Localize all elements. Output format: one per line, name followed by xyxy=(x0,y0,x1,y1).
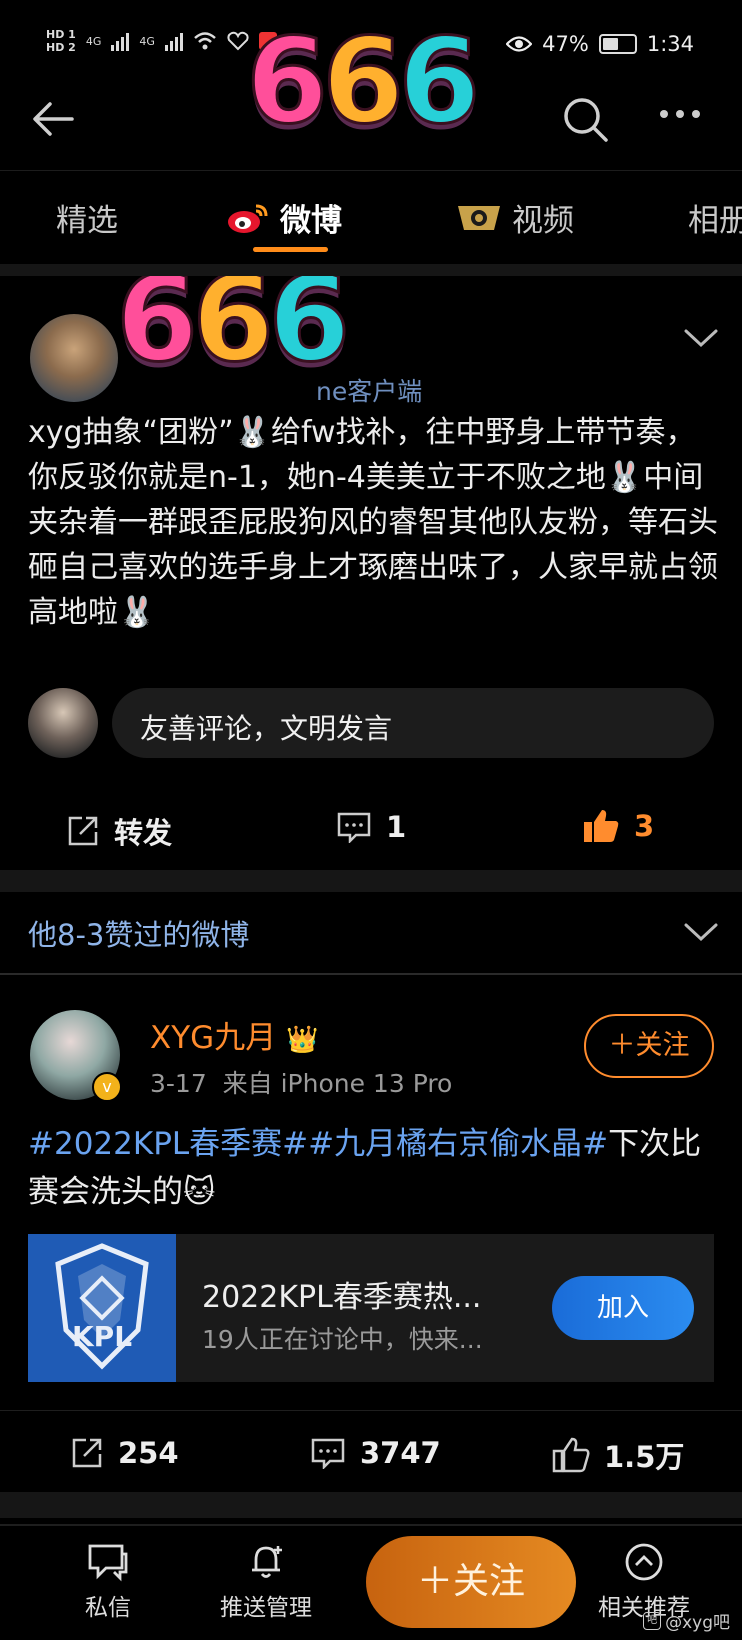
repost-button[interactable]: 转发 xyxy=(66,810,172,852)
battery-icon xyxy=(598,34,637,54)
kpl-logo: KPL xyxy=(28,1234,176,1382)
hashtag-jiuyue[interactable]: #九月橘右京偷水晶# xyxy=(308,1126,608,1162)
top-bar xyxy=(0,80,742,165)
section-separator xyxy=(0,264,742,276)
thumbs-up-icon xyxy=(552,1437,590,1473)
section-separator-3 xyxy=(0,1492,742,1518)
tab-weibo[interactable]: 微博 xyxy=(226,195,342,240)
join-button[interactable]: 加入 xyxy=(552,1276,694,1340)
verified-badge-icon: v xyxy=(92,1072,122,1102)
repost-icon xyxy=(72,1438,102,1468)
chevron-up-circle-icon xyxy=(625,1543,663,1581)
clock: 1:34 xyxy=(646,32,694,56)
post2-repost-button[interactable]: 254 xyxy=(70,1436,179,1470)
tieba-logo-icon: 吧 xyxy=(643,1611,662,1630)
like-button[interactable]: 3 xyxy=(582,808,654,844)
network-type-2: 4G xyxy=(139,34,155,48)
card-subtitle: 19人正在讨论中，快来... xyxy=(202,1325,483,1354)
follow-button[interactable]: ＋关注 xyxy=(584,1014,714,1078)
post2-meta: 3-17 来自 iPhone 13 Pro xyxy=(150,1069,453,1098)
network-type-1: 4G xyxy=(85,34,102,48)
post1-avatar[interactable] xyxy=(30,314,118,402)
weibo-logo-icon xyxy=(228,204,268,233)
hd-indicator: HD 1 HD 2 xyxy=(46,28,76,54)
comment-icon xyxy=(311,1438,345,1469)
post2-actions: 254 3747 1.5万 xyxy=(0,1410,742,1490)
section-divider xyxy=(0,973,742,975)
supertopic-card[interactable]: KPL 2022KPL春季赛热... 19人正在讨论中，快来... 加入 xyxy=(28,1234,714,1382)
video-badge-icon xyxy=(458,205,500,230)
post2-author[interactable]: XYG九月 👑 xyxy=(150,1012,318,1057)
watermark: 吧 @xyg吧 xyxy=(643,1608,730,1633)
my-avatar xyxy=(28,688,98,758)
svg-text:KPL: KPL xyxy=(72,1320,132,1353)
wifi-icon xyxy=(194,32,216,50)
tab-featured[interactable]: 精选 xyxy=(56,195,118,240)
bell-icon xyxy=(252,1546,282,1578)
comment-input[interactable]: 友善评论，文明发言 xyxy=(112,688,714,758)
post1-actions: 转发 1 3 xyxy=(0,790,742,870)
bottom-follow-button[interactable]: ＋关注 xyxy=(366,1536,576,1628)
more-menu-icon[interactable] xyxy=(660,110,700,118)
post1-text: xyg抽象“团粉”🐰给fw找补，往中野身上带节奏，你反驳你就是n-1，她n-4美… xyxy=(28,415,718,630)
repost-icon xyxy=(68,816,98,846)
message-icon xyxy=(88,1544,128,1582)
tab-album[interactable]: 相册 xyxy=(688,195,742,240)
section-chevron-down-icon[interactable] xyxy=(683,922,719,942)
active-tab-indicator xyxy=(253,247,328,252)
thumbs-up-filled-icon xyxy=(584,810,619,842)
liked-posts-title: 他8-3赞过的微博 xyxy=(28,918,250,952)
chevron-down-icon[interactable] xyxy=(683,328,719,348)
comment-icon xyxy=(337,812,371,843)
search-icon[interactable] xyxy=(560,94,612,146)
tab-video[interactable]: 视频 xyxy=(456,195,574,240)
post2-comment-button[interactable]: 3747 xyxy=(310,1436,441,1470)
nav-push-settings[interactable]: 推送管理 xyxy=(206,1542,326,1622)
hashtag-kpl[interactable]: #2022KPL春季赛# xyxy=(28,1126,308,1162)
battery-percent: 47% xyxy=(542,32,589,56)
card-title: 2022KPL春季赛热... xyxy=(202,1280,482,1315)
crown-icon: 👑 xyxy=(286,1025,319,1055)
eye-icon xyxy=(506,36,533,52)
nav-messages[interactable]: 私信 xyxy=(48,1542,168,1622)
signal-icon-2 xyxy=(164,31,183,51)
comment-button[interactable]: 1 xyxy=(336,810,406,844)
back-arrow-icon[interactable] xyxy=(28,94,78,144)
signal-icon xyxy=(111,31,130,51)
post2-text: #2022KPL春季赛##九月橘右京偷水晶#下次比赛会洗头的🐱 xyxy=(28,1126,702,1210)
section-separator-2 xyxy=(0,870,742,892)
tab-bar: 精选 微博 视频 相册 xyxy=(0,170,742,264)
cat-emoji: 🐱 xyxy=(183,1174,216,1210)
post1-source: ne客户端 xyxy=(316,377,423,406)
post2-like-button[interactable]: 1.5万 xyxy=(552,1434,684,1476)
